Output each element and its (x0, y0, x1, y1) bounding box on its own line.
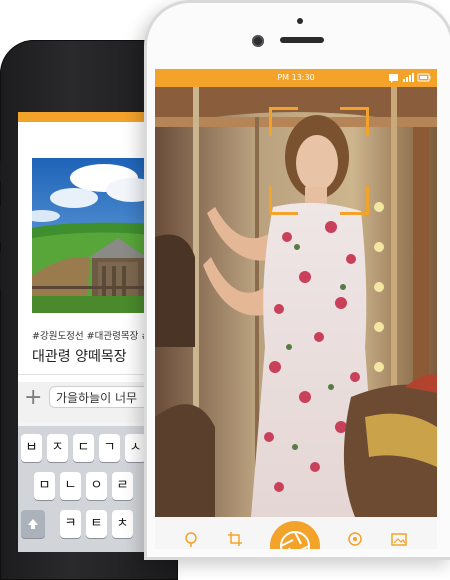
volume-up-button (0, 205, 1, 243)
camera-app-screen: PM 13:30 (155, 69, 437, 549)
key[interactable]: ㄷ (73, 434, 94, 462)
shutter-button[interactable] (270, 521, 320, 549)
message-input-bar: + 가을하늘이 너무 (18, 382, 158, 422)
shift-key[interactable] (21, 510, 45, 538)
shutter-icon (280, 531, 310, 549)
status-bar: PM 13:30 (155, 69, 437, 87)
crop-icon[interactable] (227, 531, 243, 547)
frame-corner (340, 107, 369, 136)
post-photo[interactable] (32, 158, 158, 313)
face-detection-frame (269, 107, 369, 215)
frame-corner (340, 186, 369, 215)
camera-toolbar (155, 517, 437, 549)
camera-viewfinder[interactable] (155, 87, 437, 517)
post-hashtags[interactable]: #강원도정선 #대관령목장 #양 (32, 328, 158, 342)
korean-keyboard: ㅂ ㅈ ㄷ ㄱ ㅅ ㅁ ㄴ ㅇ ㄹ ㅋ ㅌ ㅊ (18, 426, 158, 552)
back-app-header (18, 112, 158, 122)
key[interactable]: ㅅ (125, 434, 146, 462)
divider (18, 374, 158, 375)
message-icon (389, 74, 398, 83)
front-camera (252, 35, 264, 47)
add-icon[interactable]: + (24, 387, 42, 409)
proximity-sensor (297, 18, 303, 24)
post-place-title: 대관령 양떼목장 (32, 349, 127, 365)
key[interactable]: ㅇ (86, 472, 107, 500)
mute-switch (0, 160, 1, 182)
earpiece-speaker (280, 37, 324, 43)
ranch-landscape-image (32, 158, 158, 313)
key[interactable]: ㄹ (112, 472, 133, 500)
key[interactable]: ㅁ (34, 472, 55, 500)
battery-icon (417, 73, 431, 82)
frame-corner (269, 107, 298, 136)
message-input[interactable]: 가을하늘이 너무 (49, 386, 158, 408)
post-card: #강원도정선 #대관령목장 #양 대관령 양떼목장 (18, 122, 158, 414)
key[interactable]: ㅈ (47, 434, 68, 462)
shift-icon (28, 519, 38, 529)
signal-icon (403, 73, 414, 82)
front-phone: PM 13:30 (144, 0, 450, 560)
key[interactable]: ㄴ (60, 472, 81, 500)
key[interactable]: ㅌ (86, 510, 107, 538)
gallery-icon[interactable] (391, 531, 407, 547)
location-icon[interactable] (347, 531, 363, 547)
pin-icon[interactable] (183, 531, 199, 547)
key[interactable]: ㅋ (60, 510, 81, 538)
key[interactable]: ㅊ (112, 510, 133, 538)
key[interactable]: ㅂ (21, 434, 42, 462)
status-icons (389, 73, 431, 83)
volume-down-button (0, 252, 1, 290)
back-phone-screen: #강원도정선 #대관령목장 #양 대관령 양떼목장 + 가을하늘이 너무 ㅂ ㅈ… (18, 112, 158, 552)
key[interactable]: ㄱ (99, 434, 120, 462)
frame-corner (269, 186, 298, 215)
